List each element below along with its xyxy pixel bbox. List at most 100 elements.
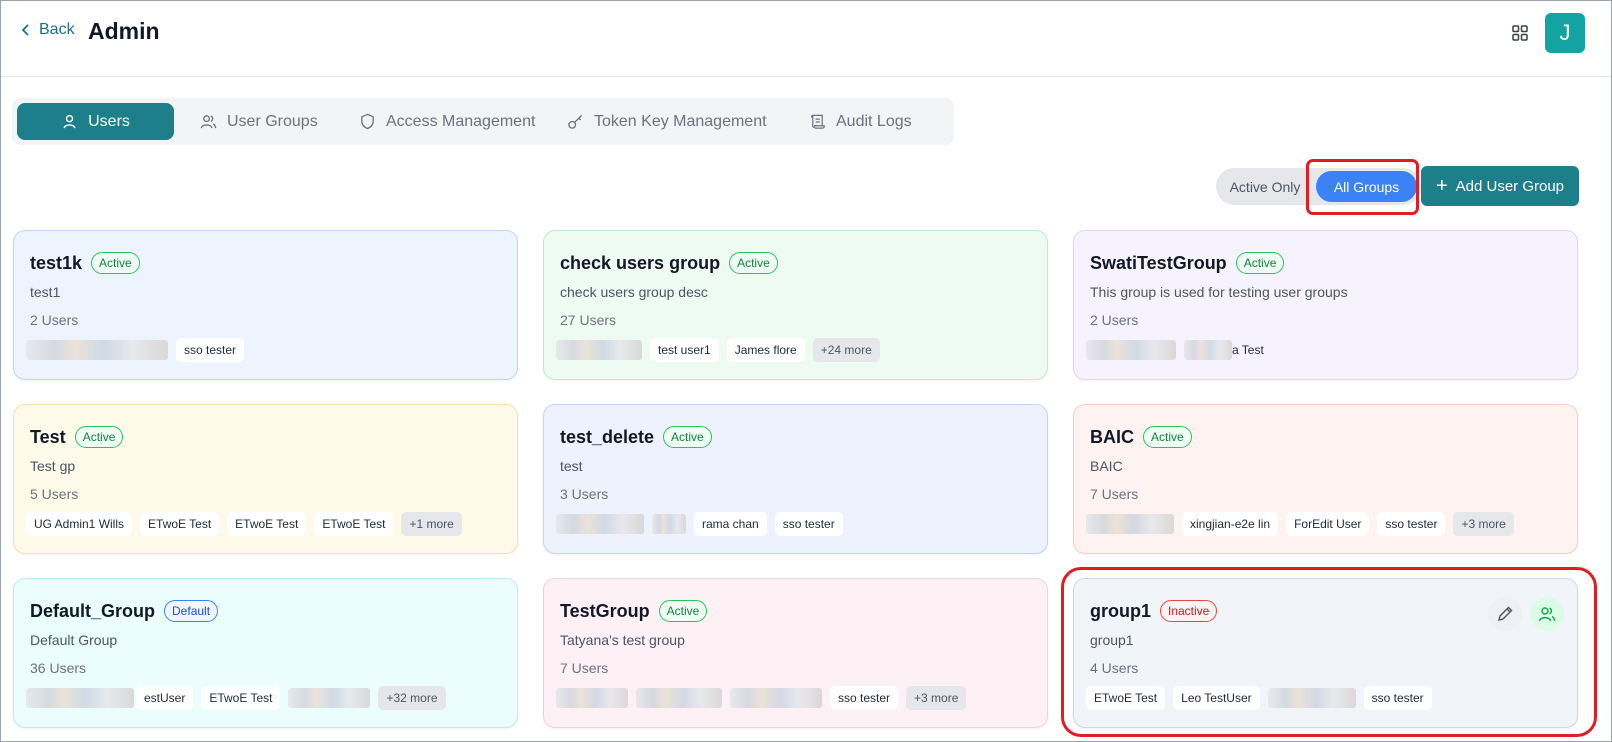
user-count: 5 Users (30, 486, 79, 502)
group-name: test1k (30, 252, 83, 273)
member-list: sso tester (26, 336, 245, 364)
group-card[interactable]: SwatiTestGroup Active This group is used … (1073, 230, 1578, 380)
more-members-chip[interactable]: +3 more (1453, 512, 1514, 536)
member-list: estUser ETwoE Test +32 more (26, 684, 446, 712)
user-count: 7 Users (560, 660, 609, 676)
tab-access-management[interactable]: Access Management (359, 103, 535, 140)
member-avatar-blurred (556, 514, 644, 534)
tab-user-groups-label: User Groups (227, 112, 318, 130)
member-avatar-blurred (652, 514, 686, 534)
shield-icon (361, 113, 374, 130)
member-chip: UG Admin1 Wills (26, 512, 133, 536)
member-chip: ETwoE Test (140, 512, 220, 536)
page-title: Admin (88, 18, 160, 44)
status-badge: Active (729, 252, 778, 274)
group-name: check users group (560, 252, 721, 273)
member-chip: James flore (726, 338, 805, 362)
active-only-option[interactable]: Active Only (1220, 171, 1310, 202)
add-user-group-label: Add User Group (1455, 177, 1565, 195)
group-name: SwatiTestGroup (1090, 252, 1227, 273)
group-card[interactable]: check users group Active check users grou… (543, 230, 1048, 380)
tab-users-label: Users (88, 112, 130, 130)
group-description: Test gp (30, 458, 76, 474)
tab-user-groups[interactable]: User Groups (200, 103, 318, 140)
user-count: 36 Users (30, 660, 87, 676)
group-name: Test (30, 426, 66, 447)
member-avatar-blurred (730, 688, 822, 708)
member-chip: ETwoE Test (227, 512, 307, 536)
member-avatar-blurred (556, 688, 628, 708)
tab-token-key-management[interactable]: Token Key Management (567, 103, 767, 140)
status-badge: Active (663, 426, 712, 448)
group-card[interactable]: BAIC Active BAIC 7 Users xingjian-e2e lin… (1073, 404, 1578, 554)
user-count: 3 Users (560, 486, 609, 502)
status-badge: Default (164, 600, 219, 622)
group-name: BAIC (1090, 426, 1134, 447)
user-count: 7 Users (1090, 486, 1139, 502)
app-window: Back Admin J Users User Groups Access Ma… (0, 0, 1612, 742)
member-chip: a Test (1232, 343, 1264, 357)
group-description: check users group desc (560, 284, 708, 300)
back-link[interactable]: Back (19, 21, 75, 39)
member-avatar-blurred (288, 688, 371, 708)
scroll-icon (811, 114, 825, 129)
group-description: Tatyana's test group (560, 632, 685, 648)
user-avatar[interactable]: J (1545, 13, 1585, 53)
users-icon (200, 115, 217, 129)
member-chip: test user1 (650, 338, 719, 362)
plus-icon: + (1435, 175, 1448, 197)
member-list: a Test (1086, 336, 1272, 364)
tab-access-management-label: Access Management (386, 112, 536, 130)
group-card[interactable]: TestGroup Active Tatyana's test group 7 U… (543, 578, 1048, 728)
chevron-left-icon (21, 24, 29, 36)
member-chip: ETwoE Test (314, 512, 394, 536)
more-members-chip[interactable]: +32 more (378, 686, 446, 710)
tab-audit-logs-label: Audit Logs (836, 112, 912, 130)
user-count: 2 Users (30, 312, 79, 328)
member-chip: sso tester (774, 512, 843, 536)
member-list: UG Admin1 Wills ETwoE Test ETwoE Test ET… (26, 510, 462, 538)
member-list: test user1 James flore +24 more (556, 336, 880, 364)
member-chip: sso tester (1377, 512, 1446, 536)
highlight-box (1306, 159, 1419, 215)
more-members-chip[interactable]: +1 more (401, 512, 462, 536)
group-description: This group is used for testing user grou… (1090, 284, 1348, 300)
status-badge: Active (658, 600, 708, 622)
tab-audit-logs[interactable]: Audit Logs (809, 103, 912, 140)
key-icon (568, 114, 583, 129)
group-description: test1 (30, 284, 61, 300)
member-chip: xingjian-e2e lin (1182, 512, 1279, 536)
group-name: TestGroup (560, 600, 650, 621)
tab-users[interactable]: Users (17, 103, 174, 140)
group-name: test_delete (560, 426, 655, 447)
group-card[interactable]: test_delete Active test 3 Users rama chan… (543, 404, 1048, 554)
group-card[interactable]: Test Active Test gp 5 Users UG Admin1 Wil… (13, 404, 518, 554)
member-chip: ForEdit User (1286, 512, 1370, 536)
more-members-chip[interactable]: +3 more (906, 686, 967, 710)
member-chip: rama chan (694, 512, 767, 536)
add-user-group-button[interactable]: + Add User Group (1421, 166, 1579, 206)
user-count: 2 Users (1090, 312, 1139, 328)
member-avatar-blurred (636, 688, 722, 708)
user-count: 27 Users (560, 312, 617, 328)
status-badge: Active (1143, 426, 1192, 448)
group-description: Default Group (30, 632, 118, 648)
member-avatar-blurred (556, 340, 642, 360)
group-card[interactable]: Default_Group Default Default Group 36 Us… (13, 578, 518, 728)
member-list: rama chan sso tester (556, 510, 843, 538)
member-list: xingjian-e2e lin ForEdit User sso tester… (1086, 510, 1514, 538)
status-badge: Active (74, 426, 124, 448)
member-list: sso tester +3 more (556, 684, 967, 712)
group-card[interactable]: test1k Active test1 2 Users sso tester (13, 230, 518, 380)
more-members-chip[interactable]: +24 more (812, 338, 880, 362)
member-avatar-blurred (1086, 514, 1174, 534)
top-bar: Back Admin J (1, 1, 1611, 77)
user-icon (63, 114, 76, 129)
back-label: Back (39, 21, 75, 38)
group-description: test (560, 458, 583, 474)
apps-grid-icon[interactable] (1511, 24, 1529, 42)
tab-token-key-management-label: Token Key Management (594, 112, 767, 130)
group-description: BAIC (1090, 458, 1123, 474)
member-avatar-blurred (26, 340, 168, 360)
status-badge: Active (91, 252, 140, 274)
